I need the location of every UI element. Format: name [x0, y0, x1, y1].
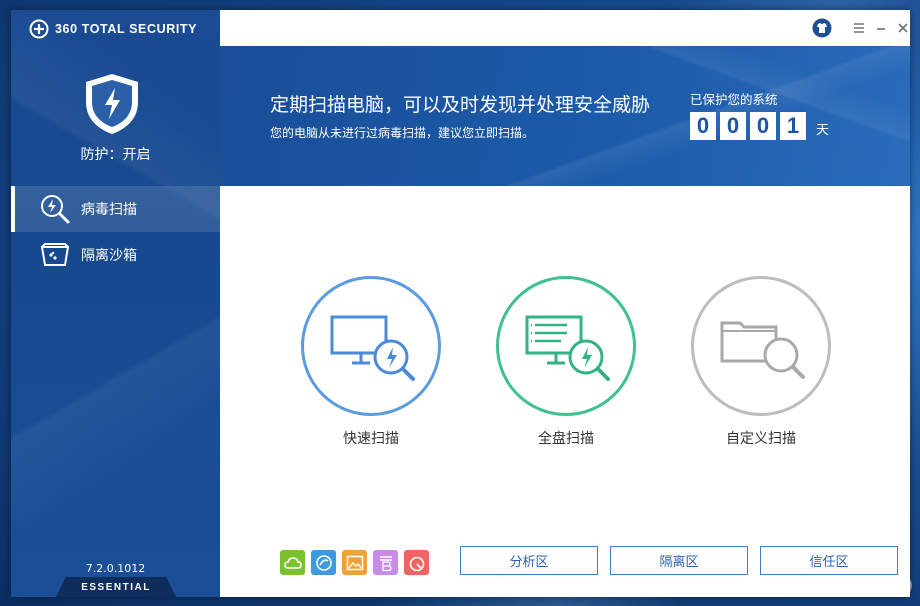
skin-icon: [812, 18, 832, 38]
day-digit: 0: [690, 112, 716, 140]
minimize-icon: [877, 28, 885, 30]
app-window: 360 TOTAL SECURITY 防护：开启 病毒扫描 隔离沙箱 7.2.0…: [11, 10, 910, 597]
protected-days-label: 已保护您的系统: [690, 92, 778, 107]
quick-scan-button[interactable]: [301, 276, 441, 416]
custom-scan-icon: [720, 321, 805, 379]
sandbox-icon: [40, 243, 70, 266]
brand-title: 360 TOTAL SECURITY: [55, 22, 198, 36]
protection-status: 防护：开启: [80, 147, 151, 163]
custom-scan-button[interactable]: [691, 276, 831, 416]
day-digit: 0: [750, 112, 776, 140]
sidebar-item-label: 病毒扫描: [81, 202, 137, 218]
title-bar: [220, 10, 910, 46]
main-panel: 定期扫描电脑，可以及时发现并处理安全威胁 您的电脑从未进行过病毒扫描，建议您立即…: [220, 10, 910, 597]
menu-icon: [854, 23, 864, 33]
tool-image[interactable]: [342, 550, 367, 575]
brand-logo-icon: [29, 19, 49, 39]
cloud-icon: [283, 556, 302, 569]
sidebar-item-sandbox[interactable]: 隔离沙箱: [11, 232, 220, 278]
quarantine-zone-button[interactable]: 隔离区: [610, 546, 748, 575]
day-digit: 0: [720, 112, 746, 140]
tool-browser[interactable]: [373, 550, 398, 575]
protected-days-counter: 0 0 0 1 天: [690, 112, 829, 140]
analysis-zone-button[interactable]: 分析区: [460, 546, 598, 575]
quick-scan-label[interactable]: 快速扫描: [291, 428, 451, 448]
gauge-icon: [409, 556, 424, 571]
sidebar: 360 TOTAL SECURITY 防护：开启 病毒扫描 隔离沙箱 7.2.0…: [11, 10, 220, 597]
browser-b-icon: [379, 555, 392, 571]
sidebar-item-label: 隔离沙箱: [81, 248, 137, 264]
banner-subline: 您的电脑从未进行过病毒扫描，建议您立即扫描。: [270, 126, 535, 140]
image-icon: [346, 555, 363, 570]
edition-badge: ESSENTIAL: [56, 577, 176, 597]
banner-headline: 定期扫描电脑，可以及时发现并处理安全威胁: [270, 94, 651, 116]
info-banner: 定期扫描电脑，可以及时发现并处理安全威胁 您的电脑从未进行过病毒扫描，建议您立即…: [220, 46, 910, 186]
tool-speedup[interactable]: [311, 550, 336, 575]
tool-cloud[interactable]: [280, 550, 305, 575]
sidebar-item-virus-scan[interactable]: 病毒扫描: [11, 186, 220, 232]
virus-scan-icon: [41, 195, 70, 224]
days-unit: 天: [816, 123, 830, 138]
tool-gauge[interactable]: [404, 550, 429, 575]
skin-button[interactable]: [812, 18, 832, 38]
shield-icon: [86, 74, 138, 134]
minimize-button[interactable]: [871, 18, 891, 38]
full-scan-button[interactable]: [496, 276, 636, 416]
trust-zone-button[interactable]: 信任区: [760, 546, 898, 575]
speedup-icon: [315, 554, 332, 571]
brand: 360 TOTAL SECURITY: [29, 18, 197, 40]
day-digit: 1: [780, 112, 806, 140]
quick-scan-icon: [330, 315, 415, 381]
custom-scan-label[interactable]: 自定义扫描: [681, 428, 841, 448]
menu-button[interactable]: [849, 18, 869, 38]
close-icon: [898, 23, 908, 33]
version-label: 7.2.0.1012: [85, 562, 146, 575]
full-scan-label[interactable]: 全盘扫描: [486, 428, 646, 448]
close-button[interactable]: [893, 18, 913, 38]
full-scan-icon: [525, 315, 610, 381]
